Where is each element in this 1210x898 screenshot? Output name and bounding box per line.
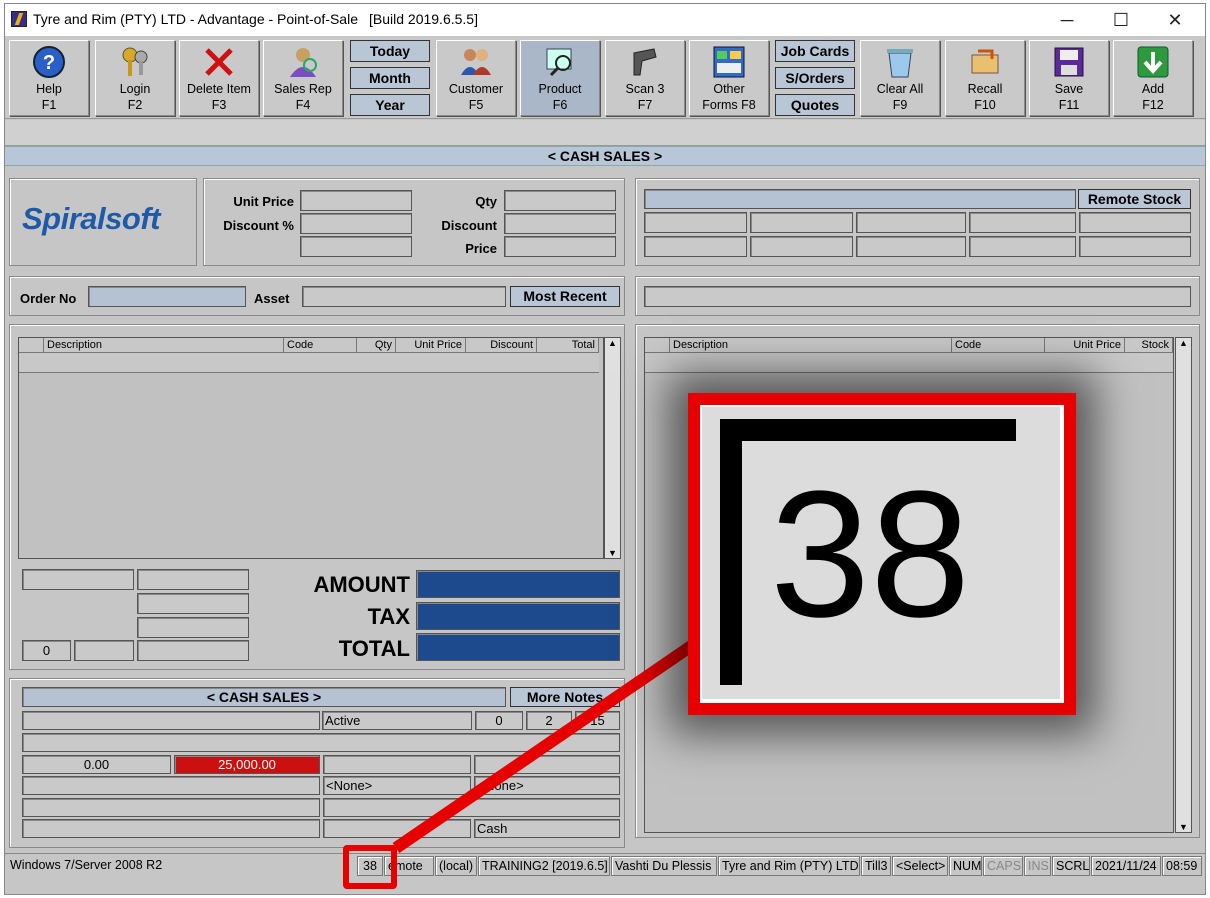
zoom-border-left	[720, 419, 742, 685]
zoom-callout: 38	[688, 393, 1076, 715]
zoom-number: 38	[770, 454, 971, 655]
zoom-border-top	[720, 419, 1016, 441]
highlight-box	[343, 845, 397, 889]
